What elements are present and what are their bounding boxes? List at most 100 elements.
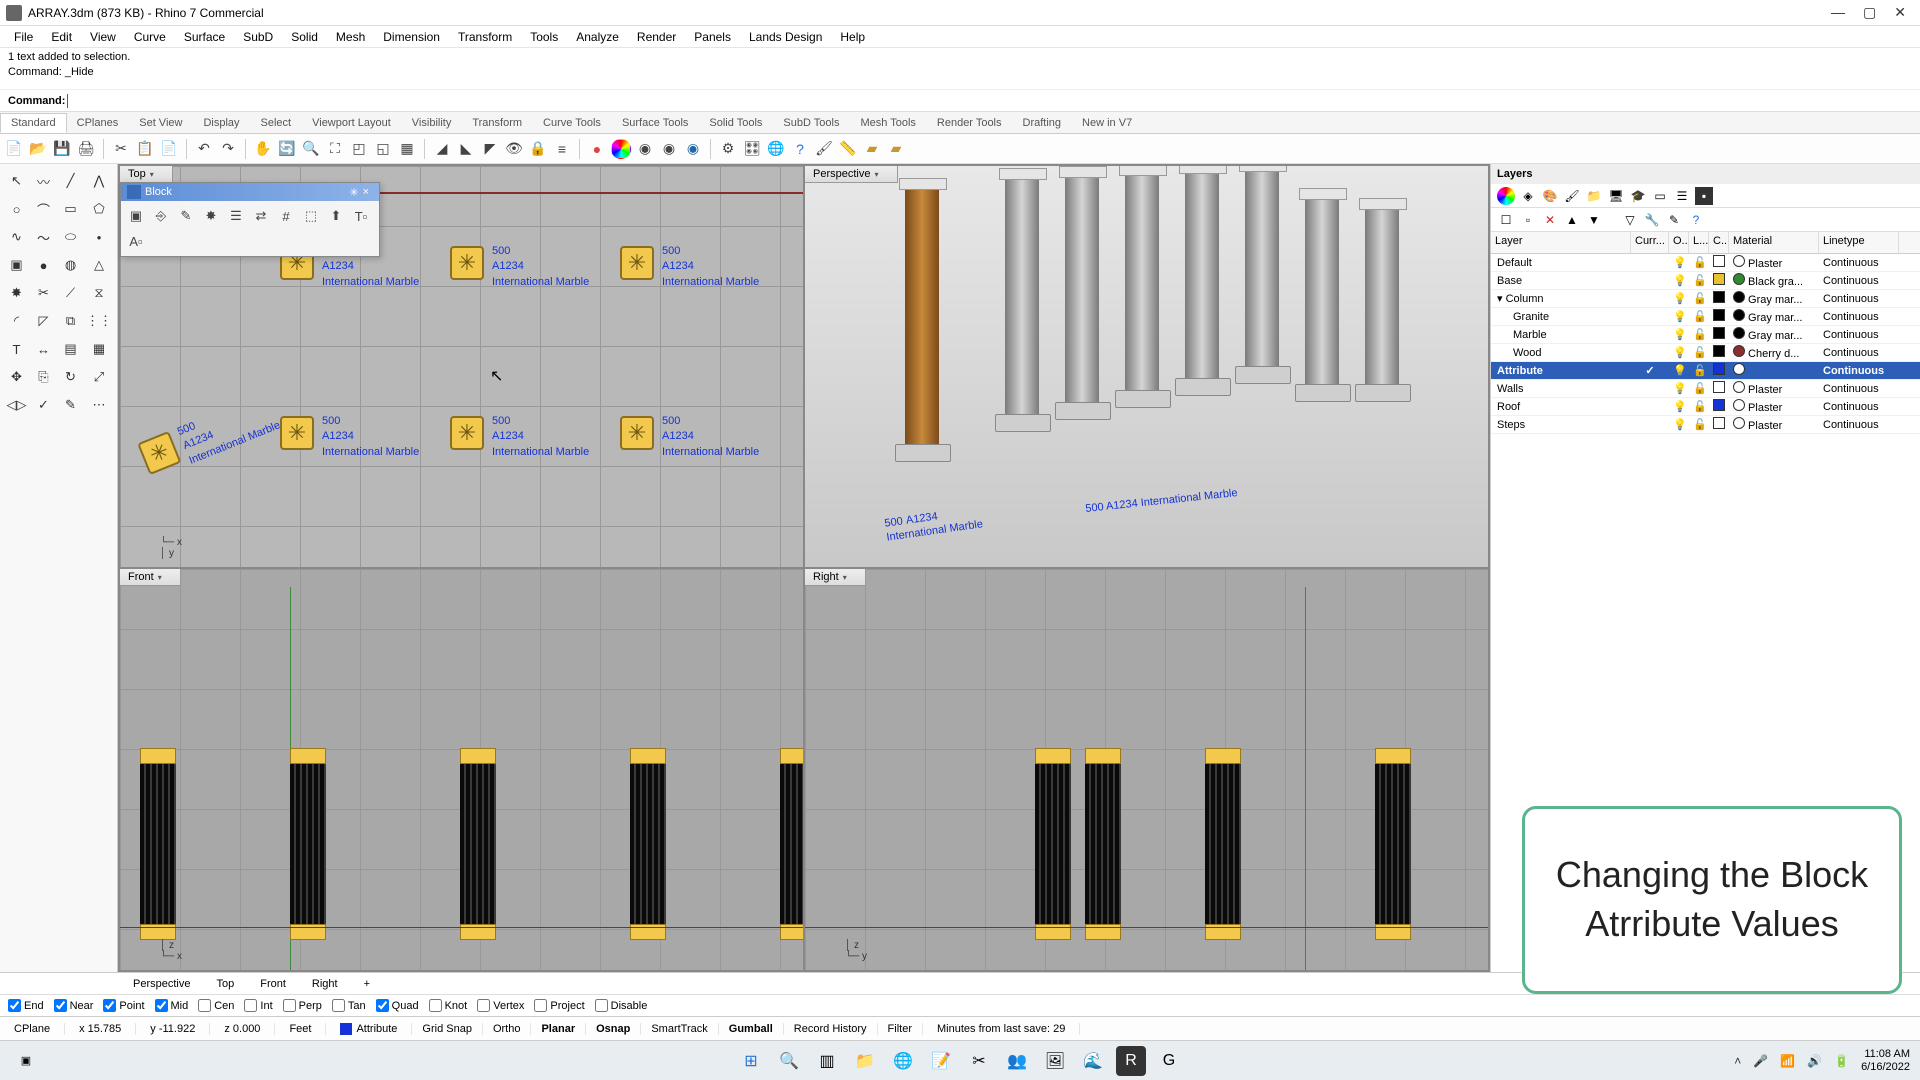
block-instance[interactable]: 500A1234International Marble — [280, 416, 419, 458]
minimize-button[interactable]: — — [1831, 4, 1845, 21]
sphere-icon[interactable]: ● — [31, 252, 56, 278]
layer-row[interactable]: Granite💡🔓 Gray mar...Continuous — [1491, 308, 1920, 326]
tools-icon[interactable]: 🔧 — [1643, 211, 1661, 229]
tab-visibility[interactable]: Visibility — [402, 114, 463, 132]
status-units[interactable]: Feet — [275, 1023, 326, 1035]
menu-help[interactable]: Help — [832, 28, 873, 46]
polygon-icon[interactable]: ⬠ — [85, 196, 113, 222]
cap-tab-icon[interactable]: 🎓 — [1629, 187, 1647, 205]
zoom-icon[interactable]: 🔍 — [301, 139, 321, 159]
polyline-icon[interactable]: ⋀ — [85, 168, 113, 194]
menu-analyze[interactable]: Analyze — [568, 28, 627, 46]
taskbar-photos-icon[interactable]: 🖼 — [1040, 1046, 1070, 1076]
status-toggle-osnap[interactable]: Osnap — [586, 1023, 641, 1035]
tab-surfacetools[interactable]: Surface Tools — [612, 114, 699, 132]
box3d-icon[interactable]: ▣ — [4, 252, 29, 278]
close-button[interactable]: ✕ — [1894, 4, 1906, 21]
shade-icon[interactable]: ● — [587, 139, 607, 159]
layer-row[interactable]: Roof💡🔓 PlasterContinuous — [1491, 398, 1920, 416]
mirror-icon[interactable]: ◁▷ — [4, 392, 29, 418]
col-on[interactable]: O... — [1669, 232, 1689, 253]
layer-row[interactable]: Base💡🔓 Black gra...Continuous — [1491, 272, 1920, 290]
block-text-icon[interactable]: T▫ — [350, 205, 372, 227]
column-front[interactable] — [630, 748, 666, 940]
osnap-knot[interactable]: Knot — [429, 999, 468, 1012]
column-right[interactable] — [1035, 748, 1071, 940]
osnap-disable[interactable]: Disable — [595, 999, 648, 1012]
panel-tab-layers[interactable]: Layers — [1497, 168, 1532, 180]
tray-battery-icon[interactable]: 🔋 — [1834, 1054, 1849, 1068]
point-icon[interactable]: • — [85, 224, 113, 250]
set-view-icon[interactable]: ◤ — [480, 139, 500, 159]
redo-icon[interactable]: ↷ — [218, 139, 238, 159]
layer-row[interactable]: Walls💡🔓 PlasterContinuous — [1491, 380, 1920, 398]
paste-icon[interactable]: 📄 — [159, 139, 179, 159]
menu-panels[interactable]: Panels — [686, 28, 739, 46]
layers-icon[interactable]: ≡ — [552, 139, 572, 159]
menu-view[interactable]: View — [82, 28, 124, 46]
menu-transform[interactable]: Transform — [450, 28, 520, 46]
cone-icon[interactable]: △ — [85, 252, 113, 278]
clock-date[interactable]: 6/16/2022 — [1861, 1061, 1910, 1073]
box-icon[interactable]: ▰ — [862, 139, 882, 159]
block-explode-icon[interactable]: ✸ — [200, 205, 222, 227]
vptab-front[interactable]: Front — [247, 974, 299, 994]
rectangle-icon[interactable]: ▭ — [58, 196, 83, 222]
brush-tab-icon[interactable]: 🖌 — [1563, 187, 1581, 205]
ellipse-icon[interactable]: ⬭ — [58, 224, 83, 250]
pointer-icon[interactable]: ↖ — [4, 168, 29, 194]
tab-cplanes[interactable]: CPlanes — [67, 114, 130, 132]
monitor-tab-icon[interactable]: ▭ — [1651, 187, 1669, 205]
status-toggle-planar[interactable]: Planar — [531, 1023, 586, 1035]
taskbar-explorer-icon[interactable]: 📁 — [850, 1046, 880, 1076]
osnap-point[interactable]: Point — [103, 999, 144, 1012]
box2-icon[interactable]: ▰ — [886, 139, 906, 159]
tab-setview[interactable]: Set View — [129, 114, 193, 132]
status-toggle-gumball[interactable]: Gumball — [719, 1023, 784, 1035]
move-down-icon[interactable]: ▼ — [1585, 211, 1603, 229]
check-icon[interactable]: ✓ — [31, 392, 56, 418]
viewport-label-front[interactable]: Front — [120, 569, 181, 586]
column-front[interactable] — [460, 748, 496, 940]
status-toggle-filter[interactable]: Filter — [878, 1023, 923, 1035]
menu-file[interactable]: File — [6, 28, 41, 46]
help-icon[interactable]: ? — [790, 139, 810, 159]
status-toggle-record-history[interactable]: Record History — [784, 1023, 878, 1035]
col-name[interactable]: Layer — [1491, 232, 1631, 253]
brush-icon[interactable]: 🖌 — [814, 139, 834, 159]
layer-row[interactable]: Marble💡🔓 Gray mar...Continuous — [1491, 326, 1920, 344]
dark-tab-icon[interactable]: ▪ — [1695, 187, 1713, 205]
block-manager-icon[interactable]: ☰ — [225, 205, 247, 227]
vptab-right[interactable]: Right — [299, 974, 351, 994]
command-line[interactable]: Command: — [0, 90, 1920, 112]
properties-icon[interactable]: 🎛 — [742, 139, 762, 159]
menu-lands-design[interactable]: Lands Design — [741, 28, 830, 46]
taskbar-notes-icon[interactable]: 📝 — [926, 1046, 956, 1076]
new-sublayer-icon[interactable]: ▫ — [1519, 211, 1537, 229]
layer-row[interactable]: Default💡🔓 PlasterContinuous — [1491, 254, 1920, 272]
copy-icon[interactable]: 📋 — [135, 139, 155, 159]
move-up-icon[interactable]: ▲ — [1563, 211, 1581, 229]
interpcurve-icon[interactable]: ～ — [31, 224, 56, 250]
block-attr-icon[interactable]: A▫ — [125, 230, 147, 252]
status-toggle-grid-snap[interactable]: Grid Snap — [412, 1023, 483, 1035]
render-tab-icon[interactable]: 🎨 — [1541, 187, 1559, 205]
zoom-window-icon[interactable]: ◰ — [349, 139, 369, 159]
help-layer-icon[interactable]: ? — [1687, 211, 1705, 229]
osnap-tan[interactable]: Tan — [332, 999, 366, 1012]
tab-drafting[interactable]: Drafting — [1013, 114, 1073, 132]
col-lock[interactable]: L... — [1689, 232, 1709, 253]
offset-icon[interactable]: ⧉ — [58, 308, 83, 334]
taskbar-snip-icon[interactable]: ✂ — [964, 1046, 994, 1076]
viewport-right[interactable]: Right │ z└─ y — [805, 569, 1488, 970]
filter-icon[interactable]: ▽ — [1621, 211, 1639, 229]
save-icon[interactable]: 💾 — [52, 139, 72, 159]
lock-icon[interactable]: 🔒 — [528, 139, 548, 159]
osnap-perp[interactable]: Perp — [283, 999, 322, 1012]
copy2-icon[interactable]: ⎘ — [31, 364, 56, 390]
block-toolbar[interactable]: Block ✳ × ▣ ⎆ ✎ ✸ ☰ ⇄ # ⬚ ⬆ T▫ A▫ — [120, 182, 380, 257]
osnap-near[interactable]: Near — [54, 999, 94, 1012]
cut-icon[interactable]: ✂ — [111, 139, 131, 159]
layer-row[interactable]: Steps💡🔓 PlasterContinuous — [1491, 416, 1920, 434]
tab-subdtools[interactable]: SubD Tools — [773, 114, 850, 132]
